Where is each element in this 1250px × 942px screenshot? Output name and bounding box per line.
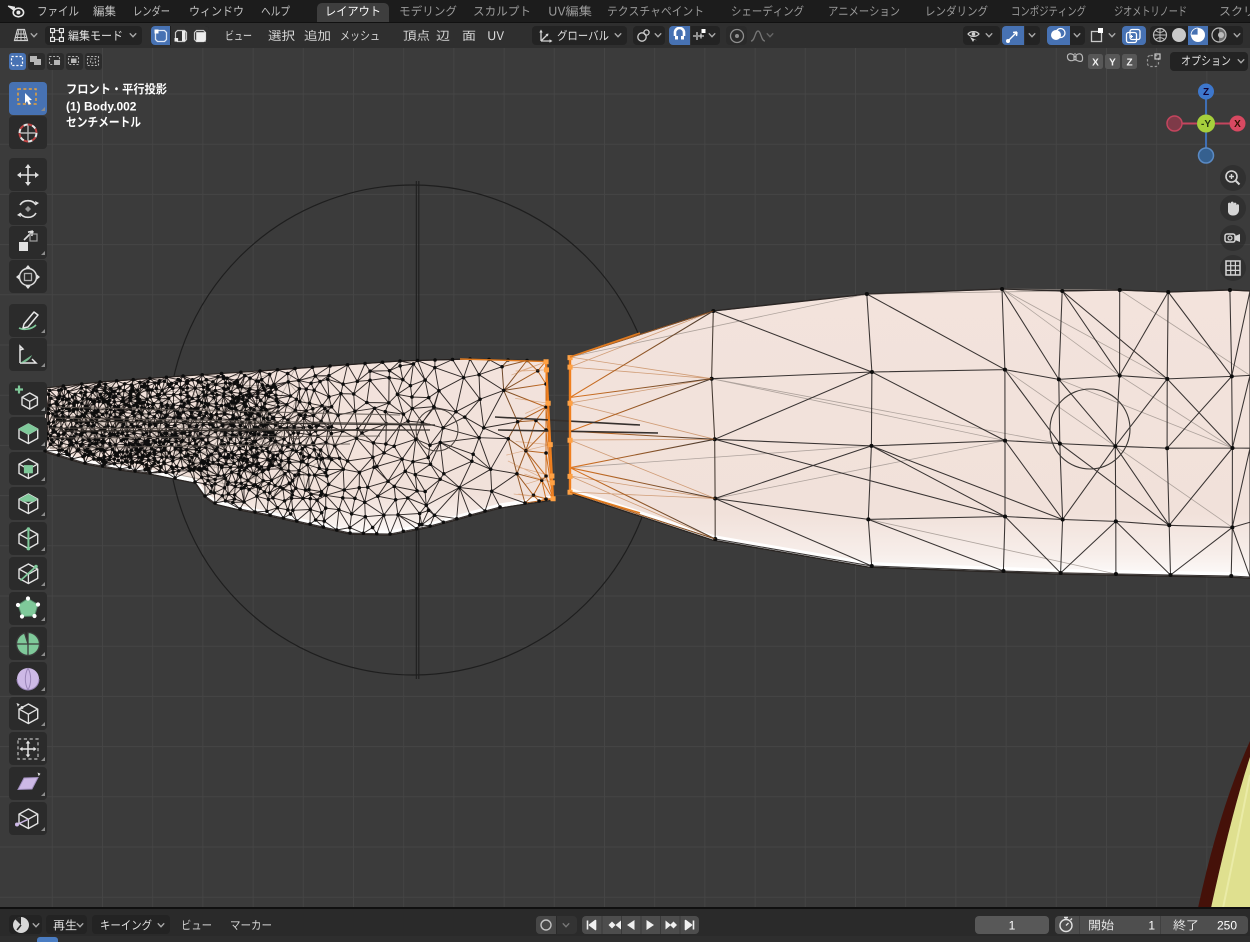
svg-text:Z: Z bbox=[1203, 87, 1209, 98]
svg-text:1: 1 bbox=[1148, 919, 1155, 933]
svg-text:Z: Z bbox=[1126, 58, 1132, 69]
svg-text:X: X bbox=[1092, 58, 1099, 69]
svg-text:X: X bbox=[1234, 119, 1241, 130]
svg-text:Y: Y bbox=[1110, 58, 1117, 69]
svg-text:(1) Body.002: (1) Body.002 bbox=[66, 100, 137, 114]
svg-text:-Y: -Y bbox=[1201, 119, 1211, 130]
svg-text:250: 250 bbox=[1217, 919, 1237, 933]
svg-text:1: 1 bbox=[1009, 919, 1016, 933]
